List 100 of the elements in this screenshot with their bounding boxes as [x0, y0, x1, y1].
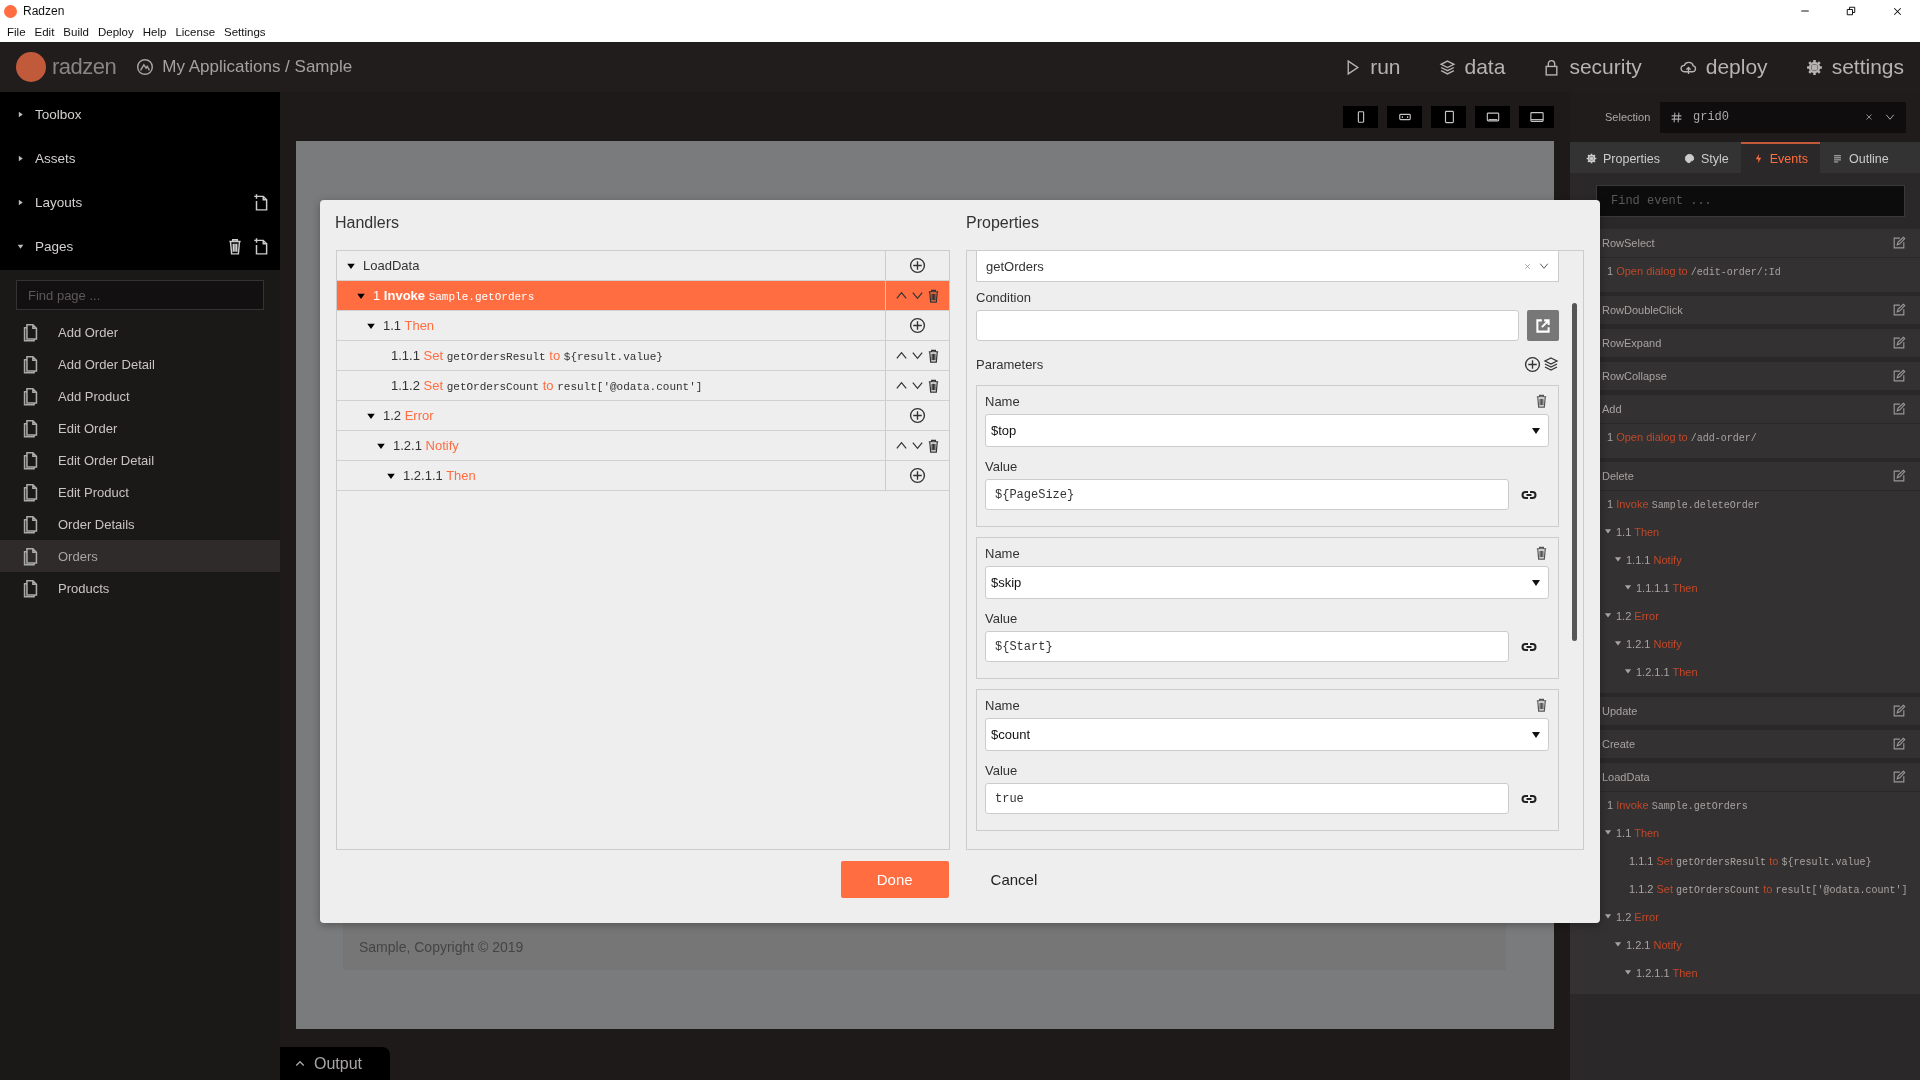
- edit-button[interactable]: [1892, 704, 1906, 718]
- condition-field[interactable]: [976, 310, 1519, 341]
- handler-label: 1.2 Error: [383, 408, 434, 423]
- handler-label: 1.1.1 Set getOrdersResult to ${result.value}: [391, 348, 663, 363]
- add-button[interactable]: [909, 257, 926, 274]
- breadcrumb[interactable]: My Applications / Sample: [162, 57, 353, 77]
- menu-item[interactable]: Deploy: [97, 26, 134, 38]
- page-item[interactable]: Products: [0, 572, 280, 604]
- page-icon: [21, 450, 40, 470]
- handler-row[interactable]: 1.2.1 Notify: [337, 431, 949, 461]
- device-button[interactable]: [1343, 105, 1378, 128]
- add-button[interactable]: [909, 407, 926, 424]
- menu-item[interactable]: License: [175, 26, 216, 38]
- add-page-button[interactable]: [252, 237, 270, 255]
- trash-icon: [926, 438, 941, 453]
- nav-button[interactable]: settings: [1805, 55, 1904, 79]
- nav-button[interactable]: data: [1438, 55, 1506, 79]
- page-item[interactable]: Orders: [0, 540, 280, 572]
- add-button[interactable]: [1524, 356, 1541, 373]
- menu-item[interactable]: Settings: [224, 26, 266, 38]
- nav-button[interactable]: security: [1543, 55, 1642, 79]
- page-item[interactable]: Add Order Detail: [0, 348, 280, 380]
- event-name: Update: [1602, 705, 1639, 717]
- cancel-button[interactable]: Cancel: [968, 861, 1060, 898]
- handler-row[interactable]: 1.1 Then: [337, 311, 949, 341]
- edit-icon: [1892, 737, 1906, 751]
- panel-tab[interactable]: Properties: [1574, 142, 1672, 173]
- panel-tab[interactable]: Outline: [1820, 142, 1901, 173]
- delete-button[interactable]: [926, 348, 941, 363]
- output-tab[interactable]: Output: [280, 1047, 390, 1080]
- page-item[interactable]: Edit Product: [0, 476, 280, 508]
- stack-button[interactable]: [1543, 356, 1559, 373]
- handler-row[interactable]: 1.1.1 Set getOrdersResult to ${result.value}: [337, 341, 949, 371]
- page-item[interactable]: Edit Order Detail: [0, 444, 280, 476]
- delete-button[interactable]: [926, 438, 941, 453]
- section-header[interactable]: Layouts: [35, 194, 242, 210]
- add-page-icon: [252, 237, 270, 255]
- nav-button[interactable]: run: [1344, 55, 1401, 79]
- section-header[interactable]: Assets: [35, 150, 260, 166]
- delete-button[interactable]: [1534, 544, 1549, 560]
- edit-button[interactable]: [1892, 737, 1906, 751]
- screen-icon: [1485, 109, 1500, 124]
- name-dropdown[interactable]: $top: [985, 414, 1549, 447]
- edit-button[interactable]: [1892, 770, 1906, 784]
- add-page-button[interactable]: [252, 193, 270, 211]
- edit-button[interactable]: [1892, 369, 1906, 383]
- page-item[interactable]: Edit Order: [0, 412, 280, 444]
- menu-item[interactable]: Help: [142, 26, 167, 38]
- name-dropdown[interactable]: $count: [985, 718, 1549, 751]
- event-action: 1.2.1.1 Then: [1636, 665, 1698, 680]
- value-field[interactable]: ${PageSize}: [985, 479, 1509, 510]
- panel-tab[interactable]: Events: [1740, 142, 1820, 173]
- scrollbar[interactable]: [1572, 303, 1577, 641]
- handler-row[interactable]: 1.1.2 Set getOrdersCount to result['@odata.count']: [337, 371, 949, 401]
- trash-icon: [226, 237, 244, 255]
- page-item[interactable]: Order Details: [0, 508, 280, 540]
- search-field[interactable]: Find page ...: [16, 280, 264, 310]
- device-button[interactable]: [1387, 105, 1422, 128]
- section-header[interactable]: Pages: [35, 238, 216, 254]
- selection-dropdown[interactable]: grid0: [1660, 101, 1906, 133]
- section-header[interactable]: Toolbox: [35, 106, 260, 122]
- name-dropdown[interactable]: $skip: [985, 566, 1549, 599]
- value-field[interactable]: ${Start}: [985, 631, 1509, 662]
- device-button[interactable]: [1519, 105, 1554, 128]
- handler-row[interactable]: 1.2.1.1 Then: [337, 461, 949, 491]
- device-button[interactable]: [1431, 105, 1466, 128]
- page-item[interactable]: Add Product: [0, 380, 280, 412]
- edit-button[interactable]: [1892, 469, 1906, 483]
- menu-item[interactable]: Edit: [34, 26, 55, 38]
- trash-icon: [1534, 392, 1549, 408]
- method-dropdown[interactable]: getOrders: [976, 251, 1559, 282]
- search-field[interactable]: Find event ...: [1596, 185, 1905, 217]
- delete-button[interactable]: [926, 378, 941, 393]
- edit-button[interactable]: [1892, 402, 1906, 416]
- edit-button[interactable]: [1892, 336, 1906, 350]
- delete-button[interactable]: [1534, 392, 1549, 408]
- device-button[interactable]: [1475, 105, 1510, 128]
- expression-button[interactable]: [1527, 310, 1559, 341]
- page-item[interactable]: Add Order: [0, 316, 280, 348]
- value-field[interactable]: true: [985, 783, 1509, 814]
- handler-row[interactable]: 1.2 Error: [337, 401, 949, 431]
- event-name: LoadData: [1602, 771, 1651, 783]
- add-button[interactable]: [909, 317, 926, 334]
- menu-item[interactable]: File: [7, 26, 26, 38]
- nav-button[interactable]: deploy: [1679, 55, 1768, 79]
- clear-icon: [1523, 261, 1532, 271]
- add-page-icon: [252, 193, 270, 211]
- trash-icon: [1534, 544, 1549, 560]
- page-icon: [21, 386, 40, 406]
- trash-icon: [926, 288, 941, 303]
- panel-tab[interactable]: Style: [1672, 142, 1741, 173]
- delete-button[interactable]: [1534, 696, 1549, 712]
- edit-button[interactable]: [1892, 236, 1906, 250]
- edit-button[interactable]: [1892, 303, 1906, 317]
- add-button[interactable]: [909, 467, 926, 484]
- menu-item[interactable]: Build: [63, 26, 89, 38]
- delete-button[interactable]: [226, 237, 244, 255]
- event-action: 1.1.1.1 Then: [1636, 581, 1698, 596]
- event-action: 1.2.1.1 Then: [1636, 966, 1698, 981]
- event-action: 1.2 Error: [1616, 910, 1659, 925]
